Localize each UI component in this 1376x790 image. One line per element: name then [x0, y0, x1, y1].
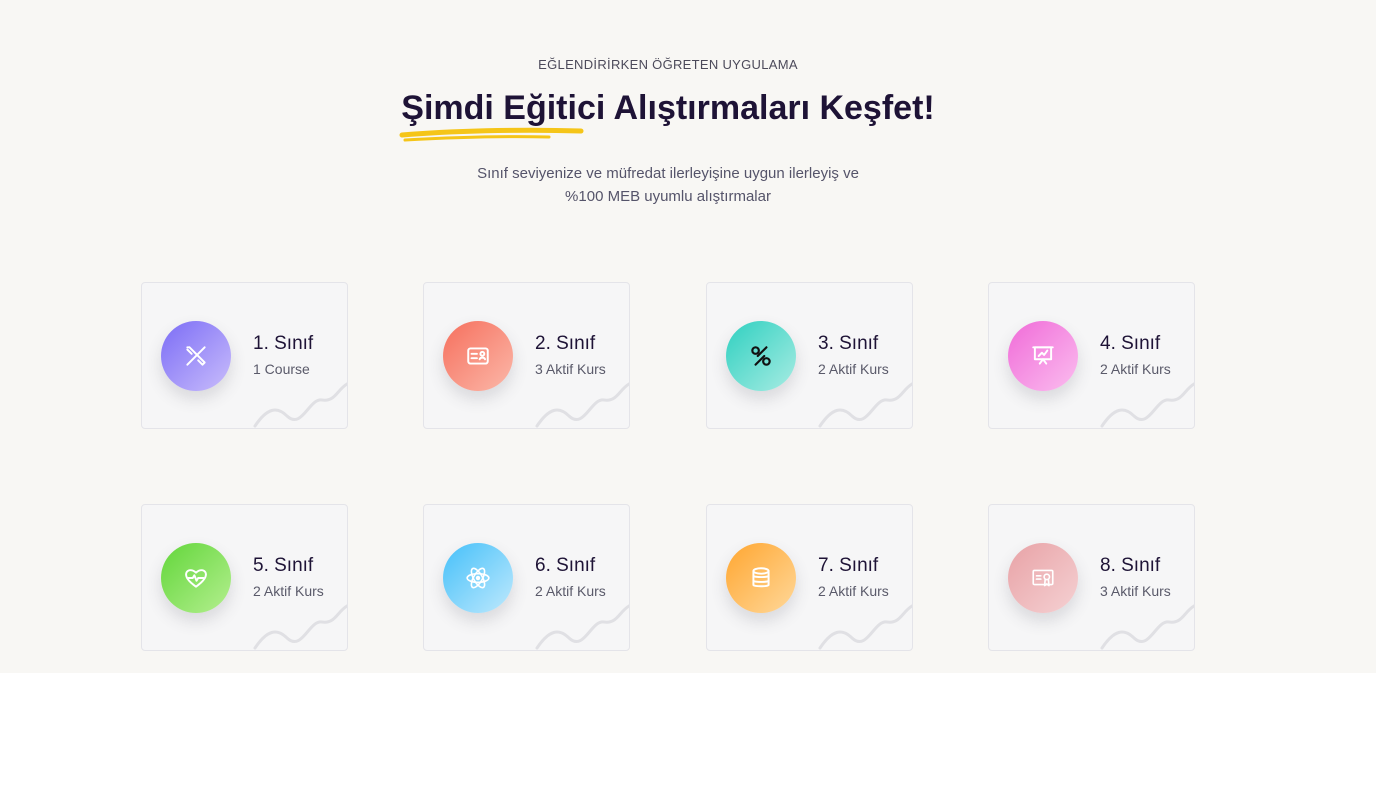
decorative-wave-icon: [253, 604, 347, 650]
class-card-3[interactable]: 3. Sınıf 2 Aktif Kurs: [706, 282, 913, 429]
class-icon-circle: [1008, 543, 1078, 613]
class-icon-circle: [161, 543, 231, 613]
subtitle-line-2: %100 MEB uyumlu alıştırmalar: [565, 188, 771, 205]
class-title: 5. Sınıf: [253, 555, 314, 576]
class-course-count: 2 Aktif Kurs: [818, 361, 889, 377]
decorative-wave-icon: [818, 604, 912, 650]
class-course-count: 3 Aktif Kurs: [535, 361, 606, 377]
section-subtitle: Sınıf seviyenize ve müfredat ilerleyişin…: [468, 162, 868, 208]
decorative-wave-icon: [253, 382, 347, 428]
class-icon-circle: [161, 321, 231, 391]
class-title: 3. Sınıf: [818, 333, 879, 354]
decorative-wave-icon: [1100, 382, 1194, 428]
class-card-1[interactable]: 1. Sınıf 1 Course: [141, 282, 348, 429]
presentation-icon: [1032, 346, 1054, 365]
class-course-count: 2 Aktif Kurs: [818, 583, 889, 599]
class-title: 4. Sınıf: [1100, 333, 1161, 354]
class-card-7[interactable]: 7. Sınıf 2 Aktif Kurs: [706, 504, 913, 651]
decorative-wave-icon: [535, 604, 629, 650]
database-icon: [752, 567, 770, 588]
class-title: 6. Sınıf: [535, 555, 596, 576]
id-card-icon: [467, 347, 489, 365]
class-card-4[interactable]: 4. Sınıf 2 Aktif Kurs: [988, 282, 1195, 429]
title-highlight-text: Şimdi Eğitici: [401, 89, 606, 127]
class-course-count: 2 Aktif Kurs: [1100, 361, 1171, 377]
class-icon-circle: [443, 543, 513, 613]
certificate-icon: [1032, 569, 1054, 587]
pencil-ruler-icon: [186, 346, 206, 366]
class-course-count: 2 Aktif Kurs: [253, 583, 324, 599]
percent-icon: [751, 346, 771, 366]
title-highlight: Şimdi Eğitici: [399, 89, 606, 142]
eyebrow-text: EĞLENDİRİRKEN ÖĞRETEN UYGULAMA: [538, 57, 798, 72]
decorative-wave-icon: [1100, 604, 1194, 650]
heart-pulse-icon: [185, 569, 207, 588]
class-title: 8. Sınıf: [1100, 555, 1161, 576]
subtitle-line-1: Sınıf seviyenize ve müfredat ilerleyişin…: [477, 165, 859, 182]
decorative-wave-icon: [535, 382, 629, 428]
class-course-count: 2 Aktif Kurs: [535, 583, 606, 599]
decorative-wave-icon: [818, 382, 912, 428]
class-icon-circle: [726, 321, 796, 391]
title-rest-text: Alıştırmaları Keşfet!: [605, 89, 935, 127]
classes-section: EĞLENDİRİRKEN ÖĞRETEN UYGULAMA Şimdi Eği…: [0, 0, 1376, 673]
class-card-2[interactable]: 2. Sınıf 3 Aktif Kurs: [423, 282, 630, 429]
brush-underline-icon: [399, 127, 584, 142]
page-title: Şimdi Eğitici Alıştırmaları Keşfet!: [0, 89, 1336, 142]
atom-icon: [466, 567, 490, 589]
class-card-8[interactable]: 8. Sınıf 3 Aktif Kurs: [988, 504, 1195, 651]
class-icon-circle: [443, 321, 513, 391]
class-course-count: 1 Course: [253, 361, 310, 377]
class-icon-circle: [726, 543, 796, 613]
class-card-6[interactable]: 6. Sınıf 2 Aktif Kurs: [423, 504, 630, 651]
class-course-count: 3 Aktif Kurs: [1100, 583, 1171, 599]
class-title: 7. Sınıf: [818, 555, 879, 576]
class-icon-circle: [1008, 321, 1078, 391]
class-title: 1. Sınıf: [253, 333, 314, 354]
class-title: 2. Sınıf: [535, 333, 596, 354]
class-card-5[interactable]: 5. Sınıf 2 Aktif Kurs: [141, 504, 348, 651]
